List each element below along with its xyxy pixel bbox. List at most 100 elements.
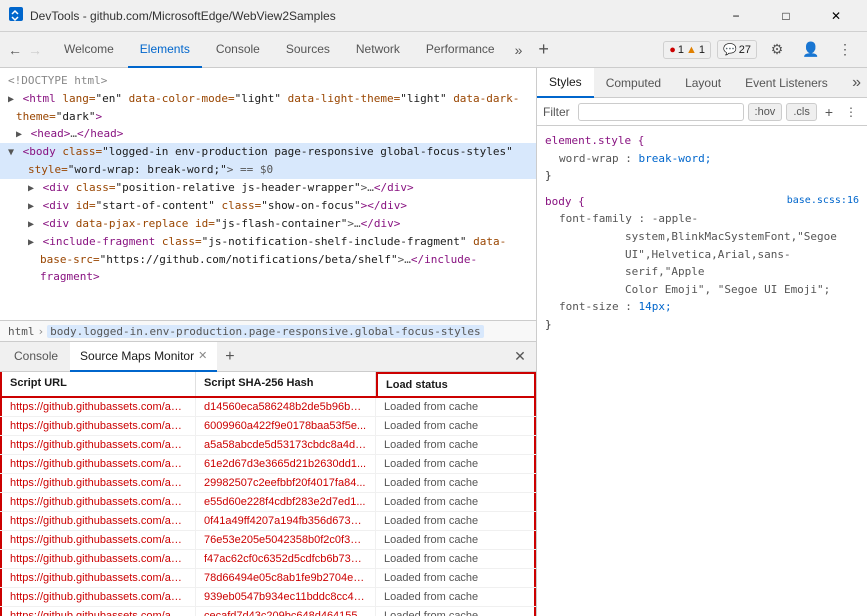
table-row: https://github.githubassets.com/assets/5… <box>0 531 536 550</box>
add-style-button[interactable]: + <box>821 102 837 122</box>
col-load-status: Load status <box>376 372 536 396</box>
warning-count: 1 <box>699 44 705 56</box>
tab-layout[interactable]: Layout <box>673 68 733 98</box>
table-row: https://github.githubassets.com/assets/1… <box>0 607 536 616</box>
cell-url: https://github.githubassets.com/assets/8… <box>0 588 196 606</box>
tab-elements[interactable]: Elements <box>128 32 202 68</box>
table-row: https://github.githubassets.com/assets/8… <box>0 588 536 607</box>
style-source-link[interactable]: base.scss:16 <box>787 193 859 209</box>
maximize-button[interactable]: □ <box>763 0 809 32</box>
cell-status: Loaded from cache <box>376 398 536 416</box>
html-tree[interactable]: <!DOCTYPE html> ▶ <html lang="en" data-c… <box>0 68 536 320</box>
tab-performance[interactable]: Performance <box>414 32 507 68</box>
tree-div2: ▶ <div id="start-of-content" class="show… <box>0 197 536 215</box>
tab-console-panel[interactable]: Console <box>4 342 68 372</box>
table-row: https://github.githubassets.com/assets/9… <box>0 569 536 588</box>
styles-label: Styles <box>549 75 582 89</box>
cell-url: https://github.githubassets.com/assets/e… <box>0 417 196 435</box>
error-count: 1 <box>678 44 684 56</box>
style-prop-font-family-cont: system,BlinkMacSystemFont,"Segoe <box>545 228 859 246</box>
expand-icon: ▶ <box>16 129 22 140</box>
left-panel: <!DOCTYPE html> ▶ <html lang="en" data-c… <box>0 68 537 616</box>
tab-network-label: Network <box>356 42 400 56</box>
tab-network[interactable]: Network <box>344 32 412 68</box>
back-icon: ← <box>8 42 22 58</box>
breadcrumb-html[interactable]: html <box>8 325 35 338</box>
tab-console[interactable]: Console <box>204 32 272 68</box>
source-maps-container: Script URL Script SHA-256 Hash Load stat… <box>0 372 536 616</box>
info-icon: 💬 <box>723 43 737 56</box>
tree-body[interactable]: ▼ <body class="logged-in env-production … <box>0 143 536 161</box>
new-tab-button[interactable]: + <box>530 32 557 68</box>
add-console-tab-button[interactable]: + <box>219 342 240 372</box>
toolbar-icons: ● 1 ▲ 1 💬 27 ⚙ 👤 ⋮ <box>663 36 859 64</box>
user-button[interactable]: 👤 <box>797 36 825 64</box>
cell-hash: a5a58abcde5d53173cbdc8a4d7... <box>196 436 376 454</box>
close-button[interactable]: ✕ <box>813 0 859 32</box>
cell-status: Loaded from cache <box>376 455 536 473</box>
info-count: 27 <box>739 44 751 56</box>
cell-hash: cecafd7d43c209bc648d464155... <box>196 607 376 616</box>
more-right-tabs-button[interactable]: » <box>846 74 867 92</box>
tab-styles[interactable]: Styles <box>537 68 594 98</box>
cell-status: Loaded from cache <box>376 531 536 549</box>
col-script-url: Script URL <box>0 372 196 396</box>
styles-content: element.style { word-wrap : break-word; … <box>537 126 867 616</box>
tree-body-style: style="word-wrap: break-word;"> == $0 <box>0 161 536 179</box>
cell-status: Loaded from cache <box>376 417 536 435</box>
tab-performance-label: Performance <box>426 42 495 56</box>
cell-status: Loaded from cache <box>376 607 536 616</box>
error-badge[interactable]: ● 1 ▲ 1 <box>663 41 711 59</box>
tab-sources-label: Sources <box>286 42 330 56</box>
close-source-maps-icon[interactable]: ✕ <box>198 349 207 362</box>
minimize-button[interactable]: − <box>713 0 759 32</box>
cell-hash: 6009960a422f9e0178baa53f5e... <box>196 417 376 435</box>
tab-event-listeners[interactable]: Event Listeners <box>733 68 840 98</box>
cell-url: https://github.githubassets.com/assets/3… <box>0 493 196 511</box>
layout-label: Layout <box>685 76 721 90</box>
close-console-button[interactable]: ✕ <box>508 345 532 369</box>
expand-icon: ▶ <box>28 219 34 230</box>
cell-status: Loaded from cache <box>376 588 536 606</box>
more-filter-button[interactable]: ⋮ <box>841 103 861 121</box>
tree-doctype: <!DOCTYPE html> <box>0 72 536 90</box>
cell-hash: e55d60e228f4cdbf283e2d7ed1... <box>196 493 376 511</box>
tab-welcome[interactable]: Welcome <box>52 32 126 68</box>
tab-sources[interactable]: Sources <box>274 32 342 68</box>
table-row: https://github.githubassets.com/assets/e… <box>0 512 536 531</box>
cell-hash: 78d66494e05c8ab1fe9b2704e8... <box>196 569 376 587</box>
right-panel: Styles Computed Layout Event Listeners »… <box>537 68 867 616</box>
expand-icon: ▶ <box>28 201 34 212</box>
style-prop-font-family-cont2: UI",Helvetica,Arial,sans-serif,"Apple <box>545 246 859 281</box>
cell-hash: 0f41a49ff4207a194fb356d6732c... <box>196 512 376 530</box>
more-options-button[interactable]: ⋮ <box>831 36 859 64</box>
table-row: https://github.githubassets.com/assets/3… <box>0 493 536 512</box>
hov-button[interactable]: :hov <box>748 103 783 121</box>
tab-computed[interactable]: Computed <box>594 68 673 98</box>
console-tabs-row: Console Source Maps Monitor ✕ + ✕ <box>0 342 536 372</box>
window-controls: − □ ✕ <box>713 0 859 32</box>
filter-input[interactable] <box>578 103 744 121</box>
cell-hash: 939eb0547b934ec11bddc8cc430... <box>196 588 376 606</box>
body-style-selector: body { base.scss:16 <box>545 193 859 211</box>
cell-status: Loaded from cache <box>376 550 536 568</box>
cls-button[interactable]: .cls <box>786 103 817 121</box>
table-body: https://github.githubassets.com/assets/r… <box>0 398 536 616</box>
col-hash: Script SHA-256 Hash <box>196 372 376 396</box>
source-maps-label: Source Maps Monitor <box>80 349 194 363</box>
nav-tabs-bar: ← → Welcome Elements Console Sources Net… <box>0 32 867 68</box>
cell-hash: 76e53e205e5042358b0f2c0f357... <box>196 531 376 549</box>
cell-status: Loaded from cache <box>376 436 536 454</box>
breadcrumb-body[interactable]: body.logged-in.env-production.page-respo… <box>47 325 483 338</box>
cell-status: Loaded from cache <box>376 569 536 587</box>
table-row: https://github.githubassets.com/assets/r… <box>0 398 536 417</box>
more-tabs-button[interactable]: » <box>509 32 529 68</box>
cell-url: https://github.githubassets.com/assets/5… <box>0 436 196 454</box>
tree-div3: ▶ <div data-pjax-replace id="js-flash-co… <box>0 215 536 233</box>
info-badge[interactable]: 💬 27 <box>717 40 757 59</box>
table-row: https://github.githubassets.com/assets/5… <box>0 436 536 455</box>
tab-source-maps[interactable]: Source Maps Monitor ✕ <box>70 342 217 372</box>
tab-welcome-label: Welcome <box>64 42 114 56</box>
settings-button[interactable]: ⚙ <box>763 36 791 64</box>
element-style-selector: element.style { <box>545 132 859 150</box>
